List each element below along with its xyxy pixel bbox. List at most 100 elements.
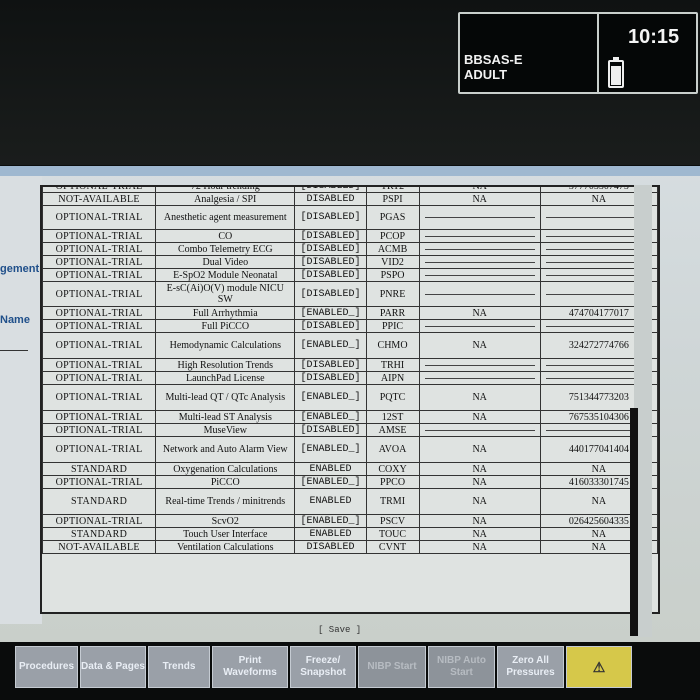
table-row[interactable]: OPTIONAL-TRIAL Full PiCCO [DISABLED] PPIC xyxy=(42,319,658,333)
option-feature: Ventilation Calculations xyxy=(155,540,296,554)
option-feature: Oxygenation Calculations xyxy=(155,462,296,476)
option-status: OPTIONAL-TRIAL xyxy=(42,205,157,230)
option-status: OPTIONAL-TRIAL xyxy=(42,436,157,463)
option-code: TRMI xyxy=(365,488,420,515)
option-field-a[interactable]: NA xyxy=(418,514,541,528)
table-row[interactable]: NOT-AVAILABLE Analgesia / SPI DISABLED PSPI… xyxy=(42,192,658,206)
empty-field-line xyxy=(424,377,535,379)
option-state: [DISABLED] xyxy=(294,255,367,269)
option-code: TRT2 xyxy=(365,187,420,193)
option-code: PSPO xyxy=(365,268,420,282)
option-field-a[interactable]: NA xyxy=(418,436,541,463)
option-field-a[interactable] xyxy=(418,242,541,256)
empty-field-line xyxy=(424,261,535,263)
option-feature: Dual Video xyxy=(155,255,296,269)
option-field-a[interactable]: NA xyxy=(418,332,541,359)
option-status: OPTIONAL-TRIAL xyxy=(42,514,157,528)
table-row[interactable]: OPTIONAL-TRIAL ScvO2 [ENABLED_] PSCV NA 02642… xyxy=(42,514,658,528)
option-status: OPTIONAL-TRIAL xyxy=(42,423,157,437)
option-state: [DISABLED] xyxy=(294,423,367,437)
table-row[interactable]: NOT-AVAILABLE Ventilation Calculations DIS… xyxy=(42,540,658,554)
table-row[interactable]: OPTIONAL-TRIAL Combo Telemetry ECG [DISABL… xyxy=(42,242,658,256)
battery-level xyxy=(611,66,621,85)
option-code: AIPN xyxy=(365,371,420,385)
option-field-a[interactable]: NA xyxy=(418,384,541,411)
table-row[interactable]: OPTIONAL-TRIAL Network and Auto Alarm Vie… xyxy=(42,436,658,463)
table-row[interactable]: OPTIONAL-TRIAL E-SpO2 Module Neonatal [DIS… xyxy=(42,268,658,282)
patient-profile[interactable]: BBSAS-E ADULT xyxy=(464,52,523,82)
table-row[interactable]: OPTIONAL-TRIAL PiCCO [ENABLED_] PPCO NA 41603… xyxy=(42,475,658,489)
table-row[interactable]: OPTIONAL-TRIAL High Resolution Trends [DIS… xyxy=(42,358,658,372)
option-feature: MuseView xyxy=(155,423,296,437)
left-menu-strip xyxy=(0,176,42,624)
option-field-a[interactable] xyxy=(418,205,541,230)
left-divider xyxy=(0,350,28,351)
empty-field-line xyxy=(424,274,535,276)
option-field-a[interactable]: NA xyxy=(418,462,541,476)
table-row[interactable]: OPTIONAL-TRIAL Full Arrhythmia [ENABLED_] P… xyxy=(42,306,658,320)
option-status: STANDARD xyxy=(42,488,157,515)
table-row[interactable]: OPTIONAL-TRIAL 72 Hour trending [DISABLED]… xyxy=(42,187,658,193)
option-field-a[interactable]: NA xyxy=(418,410,541,424)
option-field-a[interactable] xyxy=(418,229,541,243)
left-menu-item-name[interactable]: Name xyxy=(0,314,30,326)
table-row[interactable]: OPTIONAL-TRIAL Multi-lead QT / QTc Analys… xyxy=(42,384,658,411)
option-code: PNRE xyxy=(365,281,420,307)
left-menu-item-management[interactable]: gement xyxy=(0,263,39,275)
save-button[interactable]: [ Save ] xyxy=(318,625,361,635)
option-status: OPTIONAL-TRIAL xyxy=(42,384,157,411)
option-field-a[interactable] xyxy=(418,423,541,437)
data-pages-button[interactable]: Data & Pages xyxy=(80,646,146,688)
option-field-a[interactable] xyxy=(418,281,541,307)
option-state: ENABLED xyxy=(294,527,367,541)
table-row[interactable]: OPTIONAL-TRIAL MuseView [DISABLED] AMSE xyxy=(42,423,658,437)
option-field-a[interactable]: NA xyxy=(418,192,541,206)
table-row[interactable]: OPTIONAL-TRIAL CO [DISABLED] PCOP xyxy=(42,229,658,243)
option-code: ACMB xyxy=(365,242,420,256)
option-code: COXY xyxy=(365,462,420,476)
option-status: OPTIONAL-TRIAL xyxy=(42,268,157,282)
status-divider xyxy=(597,14,599,92)
option-field-a[interactable] xyxy=(418,255,541,269)
nibp-start-button[interactable]: NIBP Start xyxy=(358,646,426,688)
table-row[interactable]: STANDARD Touch User Interface ENABLED TOUC N… xyxy=(42,527,658,541)
table-row[interactable]: OPTIONAL-TRIAL Hemodynamic Calculations [E… xyxy=(42,332,658,359)
table-row[interactable]: OPTIONAL-TRIAL Multi-lead ST Analysis [ENA… xyxy=(42,410,658,424)
option-field-a[interactable] xyxy=(418,319,541,333)
option-field-a[interactable]: NA xyxy=(418,306,541,320)
print-waveforms-button[interactable]: Print Waveforms xyxy=(212,646,288,688)
table-row[interactable]: OPTIONAL-TRIAL E-sC(Ai)O(V) module NICU S… xyxy=(42,281,658,307)
option-field-a[interactable]: NA xyxy=(418,475,541,489)
option-field-a[interactable] xyxy=(418,268,541,282)
empty-field-line xyxy=(424,293,535,295)
option-field-a[interactable] xyxy=(418,358,541,372)
option-feature: Hemodynamic Calculations xyxy=(155,332,296,359)
table-row[interactable]: OPTIONAL-TRIAL LaunchPad License [DISABLED… xyxy=(42,371,658,385)
option-field-a[interactable] xyxy=(418,371,541,385)
option-field-a[interactable]: NA xyxy=(418,488,541,515)
option-code: AMSE xyxy=(365,423,420,437)
option-state: [DISABLED] xyxy=(294,371,367,385)
option-feature: Full PiCCO xyxy=(155,319,296,333)
freeze-snapshot-button[interactable]: Freeze/ Snapshot xyxy=(290,646,356,688)
table-row[interactable]: STANDARD Oxygenation Calculations ENABLED C… xyxy=(42,462,658,476)
empty-field-line xyxy=(424,429,535,431)
option-field-a[interactable]: NA xyxy=(418,187,541,193)
option-field-a[interactable]: NA xyxy=(418,527,541,541)
option-code: PGAS xyxy=(365,205,420,230)
nibp-auto-start-button[interactable]: NIBP Auto Start xyxy=(428,646,495,688)
procedures-button[interactable]: Procedures xyxy=(15,646,78,688)
empty-field-line xyxy=(424,325,535,327)
option-feature: LaunchPad License xyxy=(155,371,296,385)
scrollbar-thumb[interactable] xyxy=(630,408,638,636)
option-state: DISABLED xyxy=(294,192,367,206)
option-feature: ScvO2 xyxy=(155,514,296,528)
table-row[interactable]: OPTIONAL-TRIAL Dual Video [DISABLED] VID2 xyxy=(42,255,658,269)
alarm-silence-button[interactable]: ⚠ xyxy=(566,646,632,688)
zero-all-pressures-button[interactable]: Zero All Pressures xyxy=(497,646,564,688)
table-row[interactable]: OPTIONAL-TRIAL Anesthetic agent measureme… xyxy=(42,205,658,230)
option-state: [ENABLED_] xyxy=(294,306,367,320)
trends-button[interactable]: Trends xyxy=(148,646,210,688)
table-row[interactable]: STANDARD Real-time Trends / minitrends ENA… xyxy=(42,488,658,515)
option-field-a[interactable]: NA xyxy=(418,540,541,554)
